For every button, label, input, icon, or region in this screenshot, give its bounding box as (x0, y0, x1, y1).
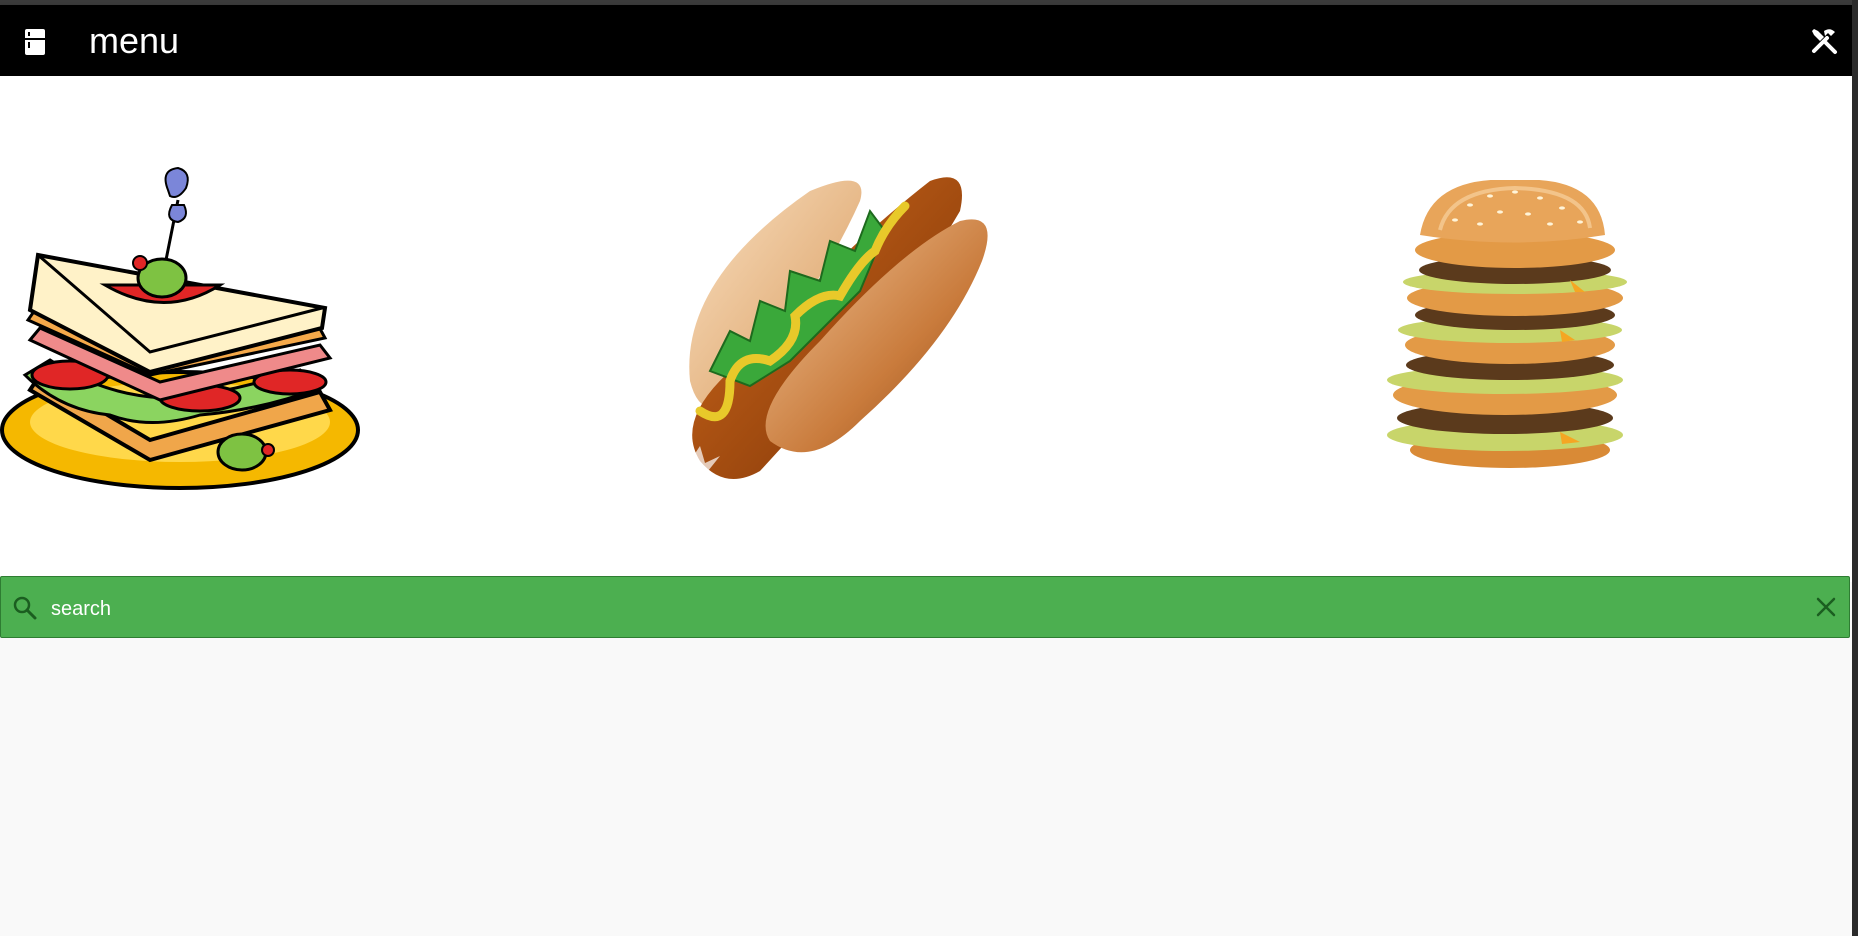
food-item-hotdog[interactable] (670, 171, 988, 481)
food-item-sandwich[interactable] (0, 160, 360, 492)
tools-button[interactable] (1808, 25, 1840, 57)
tools-icon (1812, 29, 1837, 54)
food-gallery (0, 76, 1852, 582)
burger-image (1300, 180, 1730, 472)
close-icon (1816, 597, 1836, 617)
clear-search-button[interactable] (1814, 595, 1838, 619)
page-title: menu (89, 20, 180, 61)
sandwich-image (0, 166, 360, 490)
window-right-border (1852, 0, 1858, 936)
hotdog-image (689, 177, 988, 479)
menu-button[interactable] (18, 25, 52, 59)
food-item-burger[interactable] (1300, 180, 1730, 472)
search-input[interactable] (49, 589, 1793, 629)
results-area (0, 643, 1852, 936)
search-icon (13, 596, 37, 620)
fridge-icon (25, 29, 45, 55)
top-toolbar: menu (0, 5, 1852, 76)
app-root: menu (0, 5, 1852, 936)
search-bar (0, 576, 1850, 638)
